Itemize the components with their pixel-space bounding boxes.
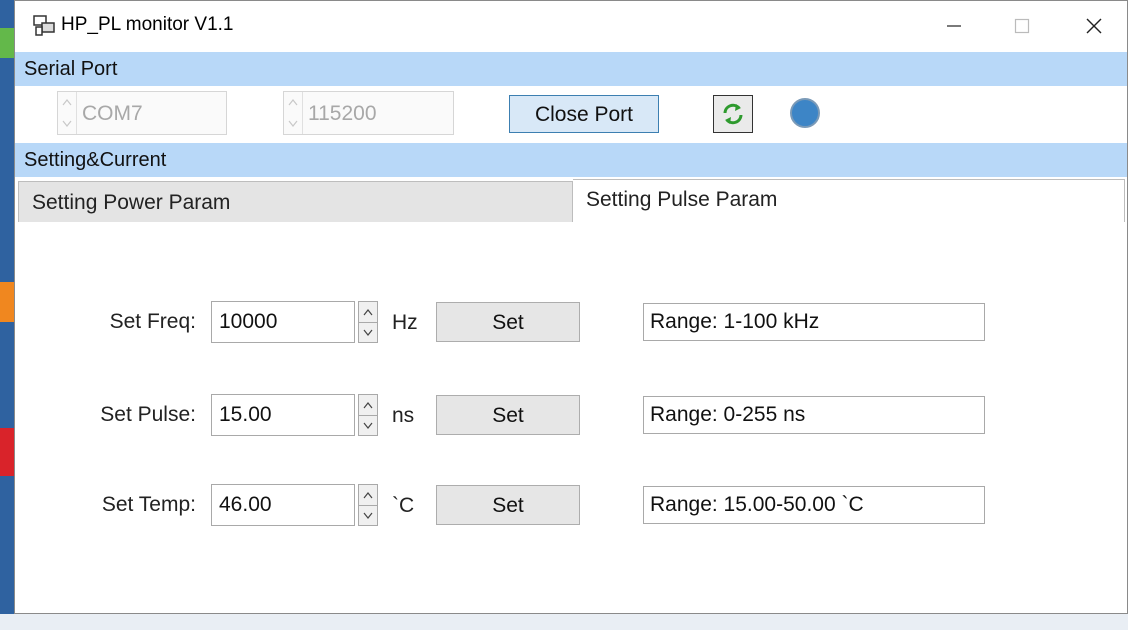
- serial-port-section-bar: Serial Port: [15, 52, 1127, 86]
- pulse-param-panel: Set Freq: 10000 Hz Set Range: 1-100 kHz …: [18, 222, 1125, 612]
- pulse-stepper[interactable]: [358, 394, 378, 436]
- chevron-down-icon[interactable]: [359, 322, 377, 343]
- refresh-button[interactable]: [713, 95, 753, 133]
- close-icon: [1086, 18, 1102, 34]
- setting-current-section-bar: Setting&Current: [15, 143, 1127, 177]
- freq-input[interactable]: 10000: [211, 301, 355, 343]
- baud-select[interactable]: 115200: [283, 91, 454, 135]
- desktop-taskbar-strip: [0, 614, 1143, 630]
- connection-status-led: [790, 98, 820, 128]
- temp-range: Range: 15.00-50.00 `C: [643, 486, 985, 524]
- chevron-up-icon[interactable]: [359, 395, 377, 415]
- app-monitor-icon: [33, 15, 55, 37]
- maximize-icon: [1014, 18, 1030, 34]
- chevron-up-icon[interactable]: [359, 302, 377, 322]
- minimize-button[interactable]: [929, 9, 979, 43]
- port-spin-arrows[interactable]: [58, 92, 77, 134]
- freq-range: Range: 1-100 kHz: [643, 303, 985, 341]
- pulse-unit: ns: [392, 404, 415, 427]
- title-bar[interactable]: HP_PL monitor V1.1: [15, 1, 1127, 51]
- spin-arrows-icon: [62, 99, 72, 127]
- temp-unit: `C: [392, 494, 415, 517]
- minimize-icon: [947, 25, 961, 27]
- pulse-label: Set Pulse:: [100, 403, 196, 426]
- desktop-icon-green: [0, 28, 14, 58]
- desktop-right-strip: [1128, 0, 1143, 630]
- freq-label: Set Freq:: [109, 310, 196, 333]
- tab-setting-power-param[interactable]: Setting Power Param: [18, 181, 573, 223]
- chevron-down-icon[interactable]: [359, 505, 377, 526]
- desktop-icon-red: [0, 428, 14, 476]
- baud-value: 115200: [308, 102, 377, 125]
- tab-setting-pulse-param[interactable]: Setting Pulse Param: [573, 179, 1125, 223]
- freq-unit: Hz: [392, 311, 418, 334]
- window-title: HP_PL monitor V1.1: [61, 14, 234, 35]
- maximize-button[interactable]: [997, 9, 1047, 43]
- app-window: HP_PL monitor V1.1 Serial Port COM7 1152…: [14, 0, 1128, 614]
- baud-spin-arrows[interactable]: [284, 92, 303, 134]
- close-port-button[interactable]: Close Port: [509, 95, 659, 133]
- spin-arrows-icon: [288, 99, 298, 127]
- temp-set-button[interactable]: Set: [436, 485, 580, 525]
- chevron-up-icon[interactable]: [359, 485, 377, 505]
- port-select[interactable]: COM7: [57, 91, 227, 135]
- pulse-set-button[interactable]: Set: [436, 395, 580, 435]
- freq-stepper[interactable]: [358, 301, 378, 343]
- desktop-icon-orange: [0, 282, 14, 322]
- close-window-button[interactable]: [1069, 9, 1119, 43]
- chevron-down-icon[interactable]: [359, 415, 377, 436]
- temp-label: Set Temp:: [101, 493, 196, 516]
- refresh-icon: [723, 103, 743, 125]
- pulse-input[interactable]: 15.00: [211, 394, 355, 436]
- temp-stepper[interactable]: [358, 484, 378, 526]
- freq-set-button[interactable]: Set: [436, 302, 580, 342]
- temp-input[interactable]: 46.00: [211, 484, 355, 526]
- port-value: COM7: [82, 102, 143, 125]
- pulse-range: Range: 0-255 ns: [643, 396, 985, 434]
